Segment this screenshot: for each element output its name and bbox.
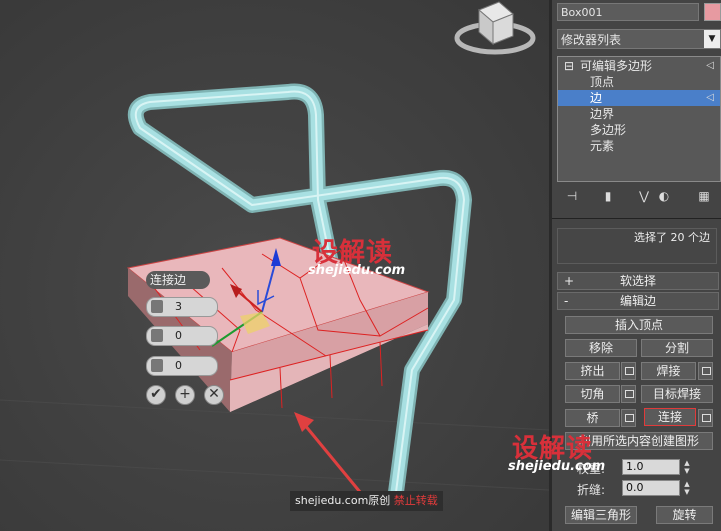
triangle-icon: ◁	[706, 92, 714, 103]
triangle-icon: ◁	[706, 60, 714, 71]
configure-sets-icon[interactable]: ▦	[697, 189, 711, 203]
spinner-arrows-icon[interactable]: ▲ ▼	[682, 459, 692, 475]
pinch-field[interactable]: 0	[146, 326, 218, 346]
segments-field[interactable]: 3	[146, 297, 218, 317]
rollout-edit-edges[interactable]: - 编辑边	[557, 292, 719, 310]
stack-item-element[interactable]: 元素	[558, 138, 720, 154]
watermark-url-right: shejiedu.com	[508, 459, 606, 474]
stack-toolbar: ⊣ ▮ ⋁ ◐ ▦	[557, 185, 721, 209]
insert-vertex-button[interactable]: 插入顶点	[565, 316, 713, 334]
settings-icon	[702, 367, 711, 375]
settings-icon	[702, 414, 711, 422]
caddy-title-label: 连接边	[150, 273, 187, 287]
pinch-icon	[151, 329, 163, 342]
split-button[interactable]: 分割	[641, 339, 713, 357]
extrude-button[interactable]: 挤出	[565, 362, 620, 380]
credit-text: shejiedu.com原创	[295, 494, 391, 507]
watermark-url-center: shejiedu.com	[308, 263, 406, 278]
crease-spinner[interactable]: 0.0	[622, 480, 680, 496]
credit-ban: 禁止转载	[393, 494, 438, 507]
selection-info-text: 选择了 20 个边	[634, 231, 710, 244]
object-name-field[interactable]: Box001	[557, 3, 699, 21]
turn-button[interactable]: 旋转	[656, 506, 713, 524]
weight-spinner[interactable]: 1.0	[622, 459, 680, 475]
stack-item-label: 多边形	[590, 123, 627, 137]
chevron-down-icon: ▼	[704, 30, 720, 48]
settings-icon	[625, 367, 634, 375]
slide-value: 0	[175, 359, 182, 372]
collapse-icon: ⊟	[564, 59, 575, 73]
modifier-list-label: 修改器列表	[561, 33, 622, 47]
settings-icon	[625, 414, 634, 422]
edit-triangulation-button[interactable]: 编辑三角形	[565, 506, 637, 524]
modifier-stack: ⊟ 可编辑多边形 ◁ 顶点 边 ◁ 边界 多边形 元素	[557, 56, 721, 182]
caddy-cancel-button[interactable]: ✕	[204, 385, 224, 405]
stack-item-edge[interactable]: 边 ◁	[558, 90, 720, 106]
stack-item-label: 元素	[590, 139, 615, 153]
bridge-button[interactable]: 桥	[565, 409, 620, 427]
segments-value: 3	[175, 300, 182, 313]
chamfer-settings-button[interactable]	[621, 385, 636, 403]
stack-item-polygon[interactable]: 多边形	[558, 122, 720, 138]
modifier-list-dropdown[interactable]: 修改器列表 ▼	[557, 29, 721, 49]
bridge-settings-button[interactable]	[621, 409, 636, 427]
divider-line	[552, 218, 721, 219]
extrude-settings-button[interactable]	[621, 362, 636, 380]
viewcube	[454, 1, 536, 55]
scene-3d	[0, 1, 549, 500]
crease-label: 折缝:	[577, 483, 606, 497]
stack-item-label: 可编辑多边形	[580, 59, 653, 73]
make-unique-icon[interactable]: ⋁	[637, 189, 651, 203]
pinch-value: 0	[175, 329, 182, 342]
stack-item-border[interactable]: 边界	[558, 106, 720, 122]
weld-settings-button[interactable]	[698, 362, 713, 380]
connect-button[interactable]: 连接	[644, 408, 696, 426]
annotation-arrow	[294, 412, 362, 493]
selection-info: 选择了 20 个边	[557, 228, 717, 264]
caddy-apply-button[interactable]: +	[175, 385, 195, 405]
caddy-ok-button[interactable]: ✔	[146, 385, 166, 405]
slide-field[interactable]: 0	[146, 356, 218, 376]
credit-banner: shejiedu.com原创 禁止转载	[290, 491, 443, 511]
slide-icon	[151, 359, 163, 372]
remove-button[interactable]: 移除	[565, 339, 637, 357]
settings-icon	[625, 390, 634, 398]
weld-button[interactable]: 焊接	[641, 362, 696, 380]
stack-item-vertex[interactable]: 顶点	[558, 74, 720, 90]
target-weld-button[interactable]: 目标焊接	[641, 385, 713, 403]
stack-item-label: 边界	[590, 107, 615, 121]
rollout-label: 编辑边	[619, 294, 656, 308]
remove-modifier-icon[interactable]: ◐	[657, 189, 671, 203]
chamfer-button[interactable]: 切角	[565, 385, 620, 403]
object-color-swatch[interactable]	[704, 3, 721, 21]
segments-icon	[151, 300, 163, 313]
viewport-perspective[interactable]: 连接边 3 0 0 ✔ + ✕ 设解读 shejiedu.com	[0, 0, 549, 531]
stack-item-label: 顶点	[590, 75, 615, 89]
rollout-label: 软选择	[619, 274, 656, 288]
connect-settings-button[interactable]	[698, 409, 713, 427]
pin-stack-icon[interactable]: ⊣	[565, 189, 579, 203]
stack-item-editable-poly[interactable]: ⊟ 可编辑多边形 ◁	[558, 58, 720, 74]
stack-item-label: 边	[590, 91, 603, 105]
spinner-arrows-icon[interactable]: ▲ ▼	[682, 480, 692, 496]
caddy-title: 连接边	[146, 271, 210, 289]
rollout-soft-selection[interactable]: + 软选择	[557, 272, 719, 290]
show-end-result-icon[interactable]: ▮	[601, 189, 615, 203]
